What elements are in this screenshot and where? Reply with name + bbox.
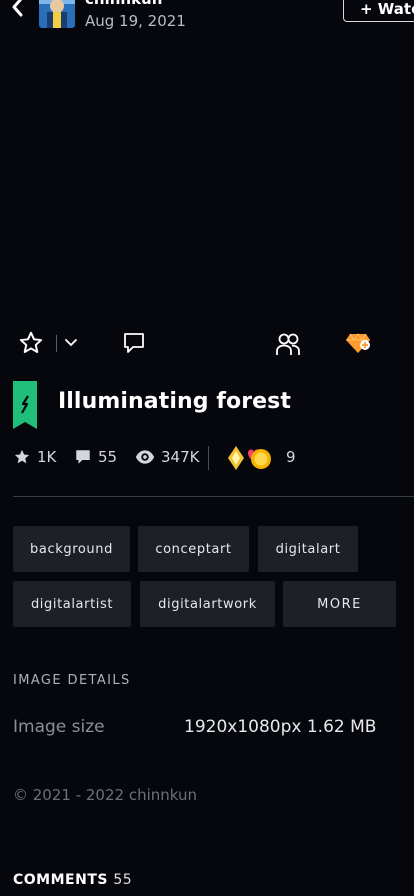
comments-heading: COMMENTS 55: [13, 872, 132, 888]
star-icon: [19, 331, 43, 353]
awards-count: 9: [286, 448, 296, 466]
author-name[interactable]: chinnkun: [85, 0, 162, 8]
views-count: 347K: [161, 448, 200, 466]
gem-icon: [346, 333, 370, 353]
add-to-group-button[interactable]: [274, 330, 302, 358]
comments-heading-label: COMMENTS: [13, 872, 108, 888]
tag-chip[interactable]: conceptart: [138, 526, 249, 572]
favourites-stat: 1K: [13, 448, 56, 466]
comments-count: 55: [98, 448, 118, 466]
tag-chip[interactable]: digitalartwork: [140, 581, 275, 627]
watch-button[interactable]: + Watch: [343, 0, 414, 22]
star-icon: [14, 449, 30, 464]
image-size-value: 1920x1080px 1.62 MB: [184, 717, 377, 737]
publish-date: Aug 19, 2021: [85, 12, 186, 30]
tag-chip[interactable]: digitalartist: [13, 581, 131, 627]
page-title: Illuminating forest: [58, 389, 291, 414]
divider: [13, 496, 414, 497]
comment-icon: [76, 450, 90, 464]
comments-heading-count: 55: [113, 872, 133, 888]
comments-stat: 55: [74, 448, 117, 466]
favourite-dropdown-button[interactable]: [62, 334, 80, 352]
awards-icon[interactable]: [226, 445, 274, 471]
give-award-button[interactable]: [345, 330, 373, 356]
avatar[interactable]: [39, 0, 75, 28]
tag-chip[interactable]: background: [13, 526, 130, 572]
image-size-label: Image size: [13, 717, 105, 737]
copyright-text: © 2021 - 2022 chinnkun: [13, 786, 198, 804]
more-tags-button[interactable]: MORE: [283, 581, 396, 627]
comment-icon: [124, 333, 144, 353]
back-button[interactable]: [8, 0, 28, 20]
chevron-left-icon: [12, 0, 23, 17]
group-icon: [276, 333, 300, 355]
eye-icon: [135, 450, 155, 464]
favourites-count: 1K: [37, 448, 57, 466]
divider: [208, 446, 209, 470]
favourite-button[interactable]: [18, 330, 44, 356]
chevron-down-icon: [65, 339, 77, 347]
tag-chip[interactable]: digitalart: [258, 526, 358, 572]
daily-deviation-badge-icon: [13, 381, 37, 429]
comment-button[interactable]: [121, 330, 147, 356]
divider: [56, 335, 57, 352]
views-stat: 347K: [135, 448, 199, 466]
image-details-heading: IMAGE DETAILS: [13, 673, 131, 688]
